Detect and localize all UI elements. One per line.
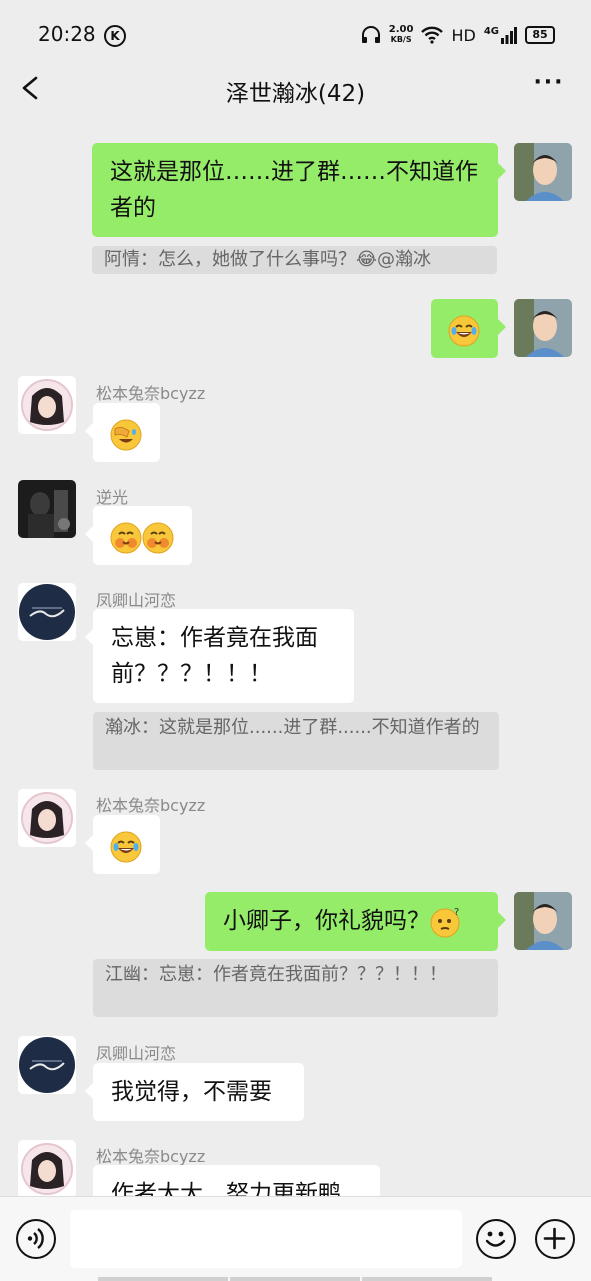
sender-name: 松本兔奈bcyzz: [96, 796, 206, 815]
hd-label: HD: [451, 25, 476, 45]
avatar-photo: [514, 299, 572, 357]
avatar-photo: [18, 480, 76, 538]
more-button[interactable]: ···: [531, 72, 567, 102]
sender-avatar[interactable]: [18, 376, 76, 434]
status-time: 20:28: [38, 22, 96, 46]
status-icons: 2.00 KB/S HD 4G 85: [361, 22, 555, 48]
message-input[interactable]: [70, 1210, 462, 1268]
network-type: 4G: [483, 25, 499, 37]
avatar-photo: [18, 1036, 76, 1094]
quoted-message[interactable]: 瀚冰：这就是那位......进了群......不知道作者的: [93, 712, 499, 770]
emoji-button[interactable]: [476, 1219, 516, 1259]
sender-avatar[interactable]: [18, 1140, 76, 1198]
sender-name: 凤卿山河恋: [96, 1044, 177, 1063]
headphones-icon: [361, 26, 380, 43]
message-bubble-incoming[interactable]: [85, 506, 192, 565]
k-badge-icon: K: [104, 25, 126, 47]
laughing-tears-emoji-icon: [448, 315, 480, 347]
message-text: 小卿子，你礼貌吗？: [223, 908, 430, 934]
message-bubble-incoming[interactable]: 忘崽：作者竟在我面前？？？！！！: [85, 609, 354, 703]
avatar-photo: [18, 583, 76, 641]
voice-icon: [27, 1228, 44, 1249]
my-avatar[interactable]: [514, 299, 572, 357]
network-speed: 2.00 KB/S: [389, 25, 414, 45]
plus-icon: [543, 1227, 566, 1250]
sender-name: 逆光: [96, 488, 129, 507]
sender-avatar[interactable]: [18, 583, 76, 641]
quoted-message[interactable]: 江幽：忘崽：作者竟在我面前？？？！！！: [93, 959, 498, 1017]
message-bubble-outgoing[interactable]: 这就是那位……进了群……不知道作者的: [92, 143, 506, 237]
message-bubble-incoming[interactable]: [85, 815, 160, 874]
quoted-text: 瀚冰：这就是那位......进了群......不知道作者的: [105, 717, 480, 738]
message-text: 忘崽：作者竟在我面前？？？！！！: [111, 625, 318, 687]
sender-name: 松本兔奈bcyzz: [96, 1147, 206, 1166]
emoji-icon: [485, 1231, 506, 1247]
avatar-photo: [514, 892, 572, 950]
quoted-text: 江幽：忘崽：作者竟在我面前？？？！！！: [105, 964, 447, 985]
message-bubble-outgoing[interactable]: [431, 299, 506, 358]
message-text: 这就是那位……进了群……不知道作者的: [110, 159, 478, 221]
sender-avatar[interactable]: [18, 1036, 76, 1094]
nav-hint-bar: [230, 1277, 360, 1281]
sender-avatar[interactable]: [18, 480, 76, 538]
nav-hint-bar: [98, 1277, 228, 1281]
avatar-photo: [18, 1140, 76, 1198]
input-bar: [0, 1196, 591, 1281]
nav-hint-bar: [362, 1277, 492, 1281]
my-avatar[interactable]: [514, 892, 572, 950]
message-text: 我觉得，不需要: [111, 1079, 272, 1105]
facepalm-laugh-emoji-icon: [110, 419, 142, 451]
chat-title: 泽世瀚冰(42): [225, 81, 366, 107]
message-bubble-incoming[interactable]: 我觉得，不需要: [85, 1063, 304, 1121]
my-avatar[interactable]: [514, 143, 572, 201]
message-bubble-incoming[interactable]: [85, 403, 160, 462]
battery-icon: 85: [525, 26, 555, 44]
puzzled-face-emoji-icon: [430, 906, 462, 938]
avatar-photo: [514, 143, 572, 201]
avatar-photo: [18, 376, 76, 434]
signal-icon: [501, 27, 517, 44]
sender-avatar[interactable]: [18, 789, 76, 847]
quoted-message[interactable]: 阿情：怎么，她做了什么事吗？😂@瀚冰: [92, 246, 497, 274]
laughing-tears-emoji-icon: [110, 831, 142, 863]
sender-name: 松本兔奈bcyzz: [96, 384, 206, 403]
network-speed-value: 2.00: [388, 24, 414, 35]
avatar-photo: [18, 789, 76, 847]
happy-cheeks-emoji-icon: [142, 522, 174, 554]
wifi-icon: [421, 26, 444, 44]
network-speed-unit: KB/S: [390, 35, 412, 44]
message-bubble-outgoing[interactable]: 小卿子，你礼貌吗？: [205, 892, 506, 951]
plus-button[interactable]: [535, 1219, 575, 1259]
voice-button[interactable]: [16, 1219, 56, 1259]
quoted-text: 阿情：怎么，她做了什么事吗？😂@瀚冰: [104, 249, 432, 270]
sender-name: 凤卿山河恋: [96, 591, 177, 610]
happy-cheeks-emoji-icon: [110, 522, 142, 554]
chat-header: 泽世瀚冰(42) ···: [0, 58, 591, 120]
